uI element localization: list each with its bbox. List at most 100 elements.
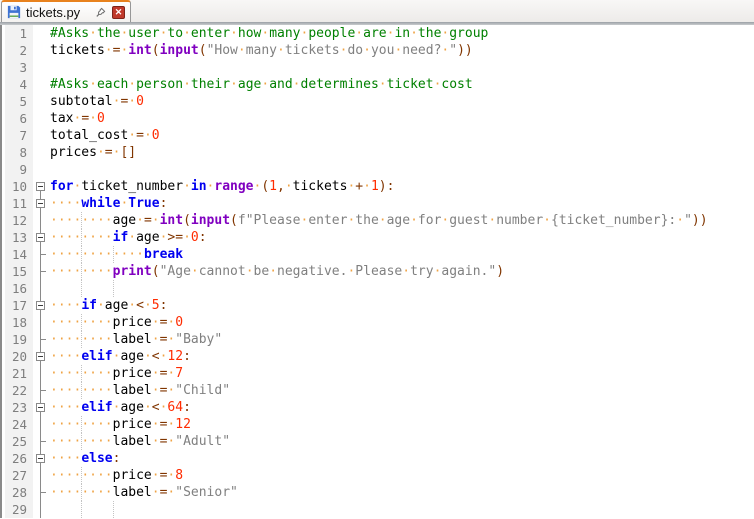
code-line[interactable]: ········price·=·0	[48, 314, 754, 331]
editor-row: 29	[2, 501, 754, 518]
code-line[interactable]: for·ticket_number·in·range·(1,·tickets·+…	[48, 178, 754, 195]
fold-margin-cell	[33, 110, 48, 127]
code-line[interactable]: ········price·=·12	[48, 416, 754, 433]
fold-collapse-box-icon[interactable]	[36, 403, 45, 412]
close-icon[interactable]: ✕	[112, 5, 125, 19]
code-line[interactable]: ········print("Age·cannot·be·negative.·P…	[48, 263, 754, 280]
fold-marker[interactable]	[33, 178, 48, 195]
indent-guide	[81, 314, 83, 331]
code-line[interactable]	[48, 280, 754, 297]
fold-collapse-box-icon[interactable]	[36, 199, 45, 208]
editor-row: 18 ········price·=·0	[2, 314, 754, 331]
code-line[interactable]: ····else:	[48, 450, 754, 467]
editor-row: 13 ········if·age·>=·0:	[2, 229, 754, 246]
fold-margin-cell	[33, 144, 48, 161]
code-line[interactable]: tickets·=·int(input("How·many·tickets·do…	[48, 42, 754, 59]
code-line[interactable]: ········age·=·int(input(f"Please·enter·t…	[48, 212, 754, 229]
fold-marker[interactable]	[33, 365, 48, 382]
indent-guide	[81, 280, 83, 297]
editor-row: 3	[2, 59, 754, 76]
fold-collapse-box-icon[interactable]	[36, 233, 45, 242]
fold-marker[interactable]	[33, 280, 48, 297]
indent-guide	[81, 416, 83, 433]
code-line[interactable]: ············break	[48, 246, 754, 263]
indent-guide	[81, 467, 83, 484]
code-line[interactable]: ········label·=·"Senior"	[48, 484, 754, 501]
pin-icon[interactable]	[95, 6, 107, 18]
line-number: 18	[2, 314, 33, 331]
line-number: 16	[2, 280, 33, 297]
indent-guide	[81, 433, 83, 450]
editor-row: 17 ····if·age·<·5:	[2, 297, 754, 314]
editor-row: 8 prices·=·[]	[2, 144, 754, 161]
line-number: 27	[2, 467, 33, 484]
fold-marker[interactable]	[33, 416, 48, 433]
line-number: 23	[2, 399, 33, 416]
fold-marker[interactable]	[33, 212, 48, 229]
code-editor[interactable]: 1 #Asks·the·user·to·enter·how·many·people…	[0, 25, 754, 518]
fold-marker[interactable]	[33, 297, 48, 314]
fold-marker[interactable]	[33, 229, 48, 246]
fold-collapse-box-icon[interactable]	[36, 352, 45, 361]
fold-margin-cell	[33, 93, 48, 110]
code-line[interactable]: ········if·age·>=·0:	[48, 229, 754, 246]
line-number: 29	[2, 501, 33, 518]
code-line[interactable]: ····elif·age·<·12:	[48, 348, 754, 365]
line-number: 3	[2, 59, 33, 76]
line-number: 4	[2, 76, 33, 93]
editor-row: 16	[2, 280, 754, 297]
indent-guide	[81, 484, 83, 501]
fold-marker[interactable]	[33, 501, 48, 518]
fold-collapse-box-icon[interactable]	[36, 182, 45, 191]
fold-marker[interactable]	[33, 314, 48, 331]
code-line[interactable]: total_cost·=·0	[48, 127, 754, 144]
line-number: 17	[2, 297, 33, 314]
editor-row: 22 ········label·=·"Child"	[2, 382, 754, 399]
fold-marker[interactable]	[33, 467, 48, 484]
fold-marker[interactable]	[33, 484, 48, 501]
fold-margin-cell	[33, 25, 48, 42]
line-number: 25	[2, 433, 33, 450]
code-line[interactable]: ····while·True:	[48, 195, 754, 212]
fold-marker[interactable]	[33, 433, 48, 450]
code-line[interactable]	[48, 501, 754, 518]
notepad-window: tickets.py ✕ 1 #Asks·the·user·to·enter·ho…	[0, 0, 754, 518]
editor-row: 24 ········price·=·12	[2, 416, 754, 433]
tab-tickets-py[interactable]: tickets.py ✕	[1, 0, 131, 22]
fold-collapse-box-icon[interactable]	[36, 454, 45, 463]
tab-bar: tickets.py ✕	[0, 0, 754, 22]
editor-row: 28 ········label·=·"Senior"	[2, 484, 754, 501]
code-line[interactable]: #Asks·each·person·their·age·and·determin…	[48, 76, 754, 93]
code-line[interactable]	[48, 59, 754, 76]
code-line[interactable]	[48, 161, 754, 178]
save-icon	[7, 5, 21, 19]
indent-guide	[81, 501, 83, 518]
fold-marker[interactable]	[33, 331, 48, 348]
code-line[interactable]: ········price·=·8	[48, 467, 754, 484]
fold-marker[interactable]	[33, 348, 48, 365]
code-line[interactable]: tax·=·0	[48, 110, 754, 127]
fold-collapse-box-icon[interactable]	[36, 301, 45, 310]
code-line[interactable]: ········price·=·7	[48, 365, 754, 382]
code-line[interactable]: subtotal·=·0	[48, 93, 754, 110]
indent-guide	[81, 229, 83, 246]
code-line[interactable]: ····elif·age·<·64:	[48, 399, 754, 416]
fold-marker[interactable]	[33, 450, 48, 467]
editor-row: 19 ········label·=·"Baby"	[2, 331, 754, 348]
code-line[interactable]: prices·=·[]	[48, 144, 754, 161]
fold-marker[interactable]	[33, 382, 48, 399]
indent-guide	[81, 212, 83, 229]
code-line[interactable]: ········label·=·"Child"	[48, 382, 754, 399]
code-line[interactable]: ········label·=·"Baby"	[48, 331, 754, 348]
fold-marker[interactable]	[33, 195, 48, 212]
code-line[interactable]: #Asks·the·user·to·enter·how·many·people·…	[48, 25, 754, 42]
editor-row: 14 ············break	[2, 246, 754, 263]
line-number: 14	[2, 246, 33, 263]
editor-row: 9	[2, 161, 754, 178]
fold-marker[interactable]	[33, 246, 48, 263]
editor-row: 21 ········price·=·7	[2, 365, 754, 382]
fold-marker[interactable]	[33, 399, 48, 416]
code-line[interactable]: ····if·age·<·5:	[48, 297, 754, 314]
fold-marker[interactable]	[33, 263, 48, 280]
code-line[interactable]: ········label·=·"Adult"	[48, 433, 754, 450]
